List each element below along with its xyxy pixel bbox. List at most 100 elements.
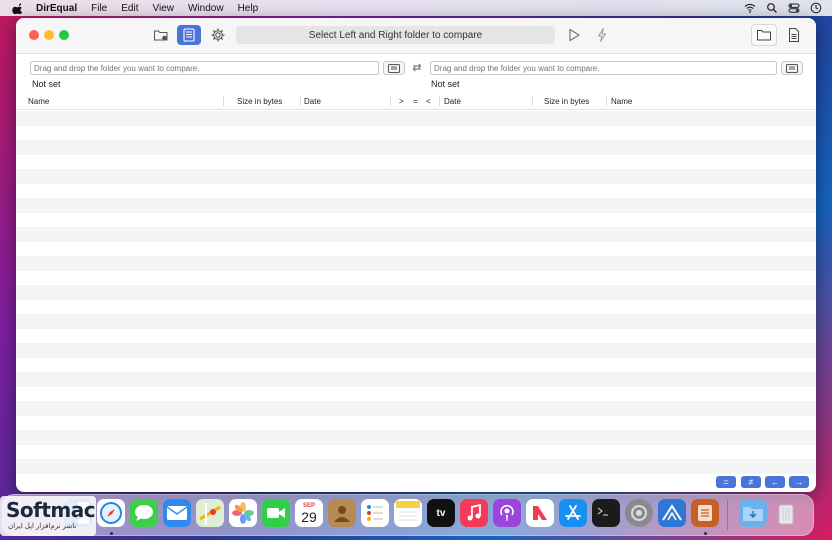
- podcasts-dock-icon[interactable]: [493, 499, 521, 527]
- column-header-left-size[interactable]: Size in bytes: [237, 97, 282, 106]
- table-row[interactable]: [16, 140, 816, 155]
- close-window-button[interactable]: [29, 30, 39, 40]
- table-row[interactable]: [16, 343, 816, 358]
- table-row[interactable]: [16, 401, 816, 416]
- column-header-greater[interactable]: >: [399, 97, 404, 106]
- column-header-less[interactable]: <: [426, 97, 431, 106]
- filter-equal-button[interactable]: =: [716, 476, 736, 488]
- play-icon: [569, 28, 580, 42]
- messages-dock-icon[interactable]: [130, 499, 158, 527]
- table-row[interactable]: [16, 372, 816, 387]
- column-header-left-date[interactable]: Date: [304, 97, 321, 106]
- table-row[interactable]: [16, 459, 816, 474]
- document-icon: [789, 28, 799, 42]
- file-comparison-list[interactable]: [16, 111, 816, 474]
- report-button[interactable]: [784, 25, 804, 45]
- column-header-right-name[interactable]: Name: [611, 97, 632, 106]
- zoom-window-button[interactable]: [59, 30, 69, 40]
- mail-dock-icon[interactable]: [163, 499, 191, 527]
- table-row[interactable]: [16, 169, 816, 184]
- table-row[interactable]: [16, 125, 816, 140]
- table-row[interactable]: [16, 328, 816, 343]
- notes-dock-icon[interactable]: [394, 499, 422, 527]
- column-divider[interactable]: [390, 96, 391, 106]
- column-divider[interactable]: [439, 96, 440, 106]
- table-row[interactable]: [16, 430, 816, 445]
- column-header-right-size[interactable]: Size in bytes: [544, 97, 589, 106]
- right-browse-button[interactable]: [781, 61, 803, 75]
- table-row[interactable]: [16, 357, 816, 372]
- table-row[interactable]: [16, 415, 816, 430]
- calendar-dock-icon[interactable]: SEP 29: [295, 499, 323, 527]
- table-row[interactable]: [16, 314, 816, 329]
- calendar-day: 29: [301, 508, 317, 525]
- column-header-right-date[interactable]: Date: [444, 97, 461, 106]
- column-divider[interactable]: [300, 96, 301, 106]
- table-row[interactable]: [16, 111, 816, 126]
- system-preferences-dock-icon[interactable]: [625, 499, 653, 527]
- left-folder-path-input[interactable]: [30, 61, 379, 75]
- folder-gear-icon: [154, 30, 168, 41]
- column-header-equal[interactable]: =: [413, 97, 418, 106]
- menu-view[interactable]: View: [152, 3, 174, 14]
- browse-folder-icon: [786, 63, 798, 73]
- list-view-button[interactable]: [177, 25, 201, 45]
- app-store-dock-icon[interactable]: [559, 499, 587, 527]
- menu-help[interactable]: Help: [238, 3, 259, 14]
- safari-dock-icon[interactable]: [97, 499, 125, 527]
- table-row[interactable]: [16, 444, 816, 459]
- menu-edit[interactable]: Edit: [121, 3, 138, 14]
- filter-left-only-button[interactable]: ←: [765, 476, 785, 488]
- maps-dock-icon[interactable]: [196, 499, 224, 527]
- menu-window[interactable]: Window: [188, 3, 224, 14]
- control-center-icon[interactable]: [788, 2, 800, 14]
- facetime-dock-icon[interactable]: [262, 499, 290, 527]
- softmac-watermark: Softmac ناشر نرم‌افزار اپل ایران: [0, 496, 96, 536]
- photos-dock-icon[interactable]: [229, 499, 257, 527]
- left-browse-button[interactable]: [383, 61, 405, 75]
- table-row[interactable]: [16, 212, 816, 227]
- table-row[interactable]: [16, 256, 816, 271]
- filter-not-equal-button[interactable]: ≠: [741, 476, 761, 488]
- wifi-icon[interactable]: [744, 2, 756, 14]
- reminders-dock-icon[interactable]: [361, 499, 389, 527]
- table-row[interactable]: [16, 386, 816, 401]
- table-row[interactable]: [16, 198, 816, 213]
- altool-dock-icon[interactable]: [658, 499, 686, 527]
- menu-file[interactable]: File: [91, 3, 107, 14]
- contacts-dock-icon[interactable]: [328, 499, 356, 527]
- menu-app-name[interactable]: DirEqual: [36, 3, 77, 14]
- minimize-window-button[interactable]: [44, 30, 54, 40]
- filter-right-only-button[interactable]: →: [789, 476, 809, 488]
- music-dock-icon[interactable]: [460, 499, 488, 527]
- left-folder-status: Not set: [32, 79, 61, 89]
- folder-compare-button[interactable]: [151, 25, 171, 45]
- siri-clock-icon[interactable]: [810, 2, 822, 14]
- spotlight-search-icon[interactable]: [766, 2, 778, 14]
- column-divider[interactable]: [223, 96, 224, 106]
- table-row[interactable]: [16, 299, 816, 314]
- swap-folders-icon[interactable]: ⇄: [411, 61, 423, 75]
- apple-tv-dock-icon[interactable]: tv: [427, 499, 455, 527]
- column-divider[interactable]: [606, 96, 607, 106]
- news-dock-icon[interactable]: [526, 499, 554, 527]
- settings-button[interactable]: [208, 25, 228, 45]
- table-row[interactable]: [16, 270, 816, 285]
- terminal-dock-icon[interactable]: [592, 499, 620, 527]
- column-divider[interactable]: [532, 96, 533, 106]
- apple-menu-icon[interactable]: [12, 2, 26, 14]
- column-header-left-name[interactable]: Name: [28, 97, 49, 106]
- table-row[interactable]: [16, 227, 816, 242]
- running-indicator: [704, 532, 707, 535]
- trash-dock-icon[interactable]: [772, 499, 800, 527]
- table-row[interactable]: [16, 154, 816, 169]
- compare-play-button[interactable]: [565, 25, 583, 45]
- table-row[interactable]: [16, 183, 816, 198]
- direqual-dock-icon[interactable]: [691, 499, 719, 527]
- table-row[interactable]: [16, 285, 816, 300]
- open-folder-button[interactable]: [751, 24, 777, 46]
- right-folder-path-input[interactable]: [430, 61, 777, 75]
- quick-compare-button[interactable]: [593, 25, 611, 45]
- table-row[interactable]: [16, 241, 816, 256]
- downloads-folder-dock-icon[interactable]: [739, 499, 767, 527]
